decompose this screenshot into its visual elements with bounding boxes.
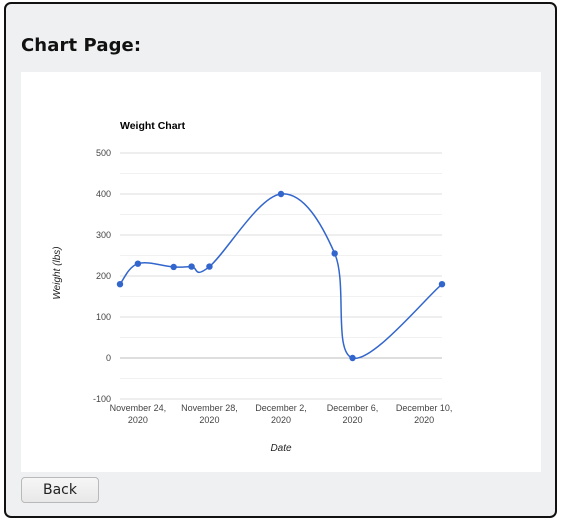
y-tick-label: 300 <box>96 230 111 240</box>
chart-title: Weight Chart <box>120 120 186 132</box>
chart-axes: -100 0 100 200 300 400 500 November 24, 2020 Nove… <box>93 148 452 425</box>
page-frame: Chart Page: -100 0 100 200 300 400 500 November… <box>4 2 557 518</box>
data-point[interactable] <box>206 263 213 270</box>
x-axis-title: Date <box>270 443 292 454</box>
x-tick-label: December 6, 2020 <box>327 403 379 425</box>
y-axis-title: Weight (lbs) <box>52 246 63 299</box>
weight-line-chart: -100 0 100 200 300 400 500 November 24, 2020 Nove… <box>52 120 452 454</box>
y-tick-label: 0 <box>106 353 111 363</box>
x-tick-label: December 10, 2020 <box>396 403 453 425</box>
y-tick-label: 200 <box>96 271 111 281</box>
y-tick-label: 500 <box>96 148 111 158</box>
data-point[interactable] <box>277 190 285 198</box>
y-tick-label: 100 <box>96 312 111 322</box>
back-button[interactable]: Back <box>21 477 99 503</box>
x-tick-label: November 24, 2020 <box>110 403 167 425</box>
chart-gridlines <box>120 152 442 400</box>
x-tick-label: December 2, 2020 <box>255 403 307 425</box>
data-point[interactable] <box>188 263 195 270</box>
data-point[interactable] <box>134 260 142 267</box>
data-point[interactable] <box>116 281 124 288</box>
data-point[interactable] <box>349 354 356 362</box>
x-tick-label: November 28, 2020 <box>181 403 238 425</box>
chart-panel: -100 0 100 200 300 400 500 November 24, 2020 Nove… <box>21 72 541 472</box>
y-tick-label: 400 <box>96 189 111 199</box>
data-point[interactable] <box>331 250 338 257</box>
data-point[interactable] <box>438 281 446 288</box>
data-point[interactable] <box>170 263 177 271</box>
page-title: Chart Page: <box>21 35 142 56</box>
y-tick-label: -100 <box>93 394 111 404</box>
